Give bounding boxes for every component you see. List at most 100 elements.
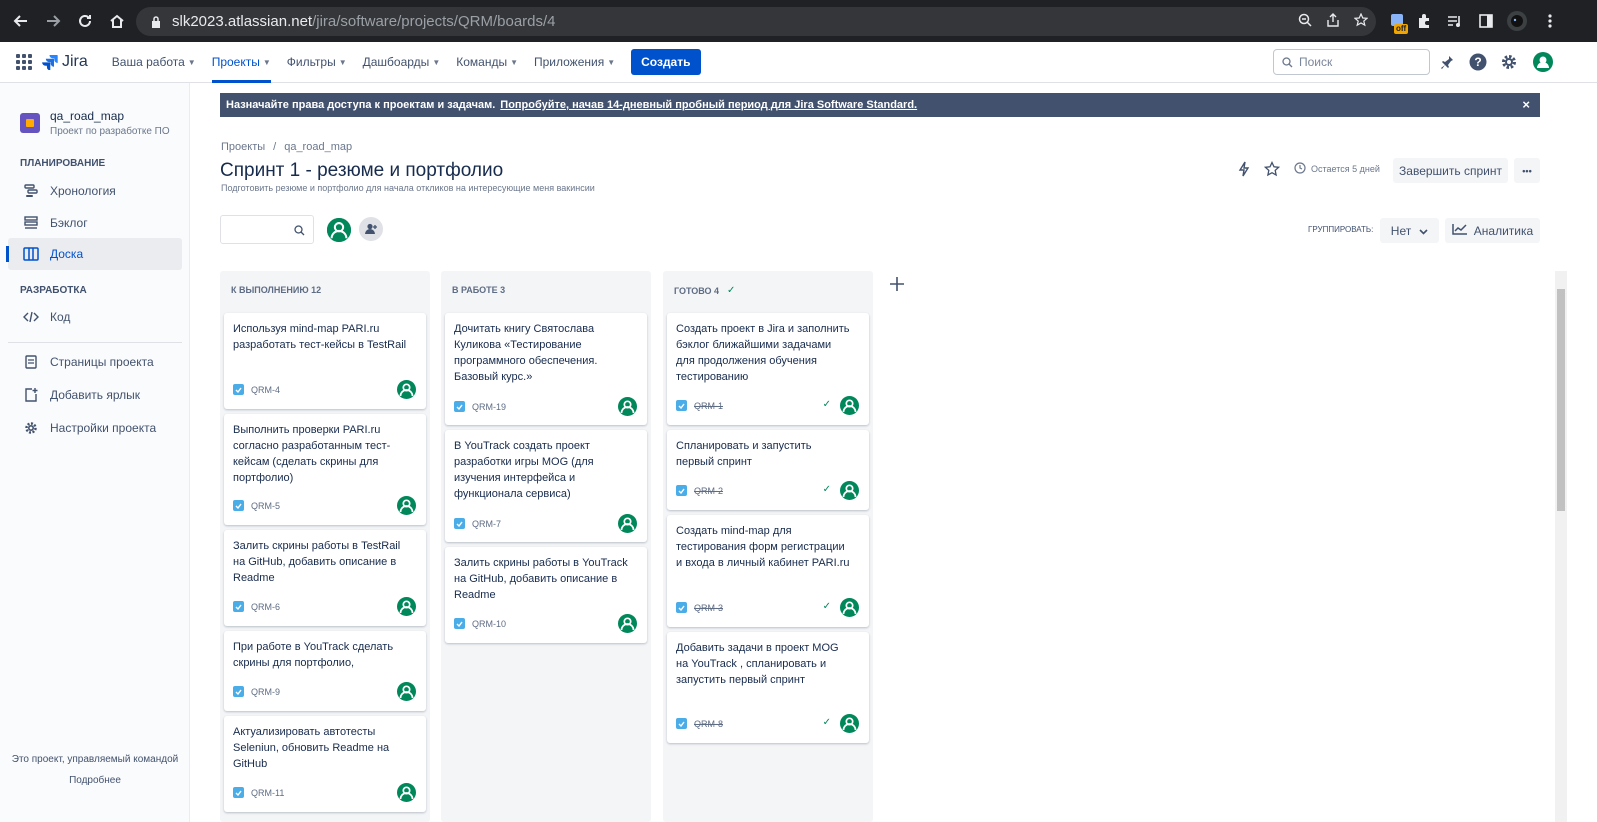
issue-card[interactable]: Залить скрины работы в YouTrack на GitHu… (445, 547, 647, 643)
issue-card[interactable]: Залить скрины работы в TestRail на GitHu… (224, 530, 426, 626)
group-by-select[interactable]: Нет (1380, 218, 1439, 243)
issue-card[interactable]: Выполнить проверки PARI.ru согласно разр… (224, 414, 426, 525)
add-people-icon[interactable] (359, 217, 383, 241)
issue-summary: Актуализировать автотесты Seleniun, обно… (233, 726, 390, 770)
assignee-avatar-icon[interactable] (397, 597, 416, 616)
assignee-avatar-icon[interactable] (397, 783, 416, 802)
sidebar-item-label: Хронология (50, 184, 116, 198)
nav-your-work-label: Ваша работа (111, 55, 185, 69)
assignee-avatar-icon[interactable] (840, 396, 859, 415)
settings-gear-icon[interactable] (1497, 50, 1521, 74)
search-placeholder: Поиск (1299, 55, 1333, 69)
sidebar-item-code[interactable]: Код (8, 301, 182, 333)
assignee-avatar-icon[interactable] (618, 614, 637, 633)
column-header: К ВЫПОЛНЕНИЮ 12 (231, 285, 321, 295)
breadcrumb-projects[interactable]: Проекты (221, 141, 265, 153)
complete-sprint-button[interactable]: Завершить спринт (1393, 158, 1508, 183)
nav-dashboards[interactable]: Дашбоарды ▼ (363, 42, 441, 83)
bookmark-star-icon[interactable] (1353, 12, 1369, 31)
assignee-avatar-icon[interactable] (840, 598, 859, 617)
star-icon[interactable] (1264, 161, 1280, 177)
issue-card[interactable]: Актуализировать автотесты Seleniun, обно… (224, 716, 426, 812)
puzzle-icon[interactable] (1411, 8, 1437, 34)
assignee-avatar-icon[interactable] (397, 380, 416, 399)
sidebar-item-add-shortcut[interactable]: Добавить ярлык (8, 379, 182, 411)
extension-badge: off (1394, 24, 1409, 34)
scrollbar[interactable] (1555, 271, 1567, 822)
assignee-avatar-icon[interactable] (397, 496, 416, 515)
project-header[interactable]: qa_road_map Проект по разработке ПО (20, 109, 170, 137)
help-icon[interactable]: ? (1466, 50, 1490, 74)
nav-filters[interactable]: Фильтры ▼ (287, 42, 347, 83)
issue-summary: Используя mind-map PARI.ru разработать т… (233, 323, 407, 351)
browser-toolbar: slk2023.atlassian.net/jira/software/proj… (0, 0, 1597, 42)
assignee-avatar-icon[interactable] (840, 481, 859, 500)
sidebar-item-project-pages[interactable]: Страницы проекта (8, 346, 182, 378)
issue-card[interactable]: Используя mind-map PARI.ru разработать т… (224, 313, 426, 409)
reload-icon[interactable] (72, 8, 98, 34)
assignee-avatar-icon[interactable] (397, 682, 416, 701)
app-switcher-icon[interactable] (16, 54, 32, 70)
more-actions-button[interactable]: ••• (1514, 158, 1540, 183)
board-column-todo: К ВЫПОЛНЕНИЮ 12 Используя mind-map PARI.… (220, 271, 430, 822)
close-icon[interactable]: × (1522, 97, 1530, 112)
issue-card[interactable]: Спланировать и запустить первый спринт Q… (667, 430, 869, 510)
column-title: В РАБОТЕ 3 (452, 285, 506, 295)
sidebar-item-project-settings[interactable]: Настройки проекта (8, 412, 182, 444)
nav-apps[interactable]: Приложения ▼ (534, 42, 615, 83)
add-column-icon[interactable] (886, 273, 908, 295)
issue-key: QRM-9 (233, 686, 280, 697)
share-icon[interactable] (1326, 12, 1340, 31)
forward-icon[interactable] (40, 8, 66, 34)
done-check-icon: ✓ (822, 484, 831, 495)
sidebar-item-backlog[interactable]: Бэклог (8, 207, 182, 239)
chart-trend-icon (1452, 223, 1468, 238)
jira-logo[interactable]: Jira (42, 53, 88, 71)
learn-more-link[interactable]: Подробнее (0, 775, 190, 786)
issue-key: QRM-1 (676, 400, 723, 411)
nav-dashboards-label: Дашбоарды (362, 55, 430, 69)
address-bar[interactable]: slk2023.atlassian.net/jira/software/proj… (136, 7, 1376, 36)
sidepanel-icon[interactable] (1473, 8, 1499, 34)
project-avatar (20, 113, 40, 133)
issue-card[interactable]: В YouTrack создать проект разработки игр… (445, 430, 647, 542)
issue-key: QRM-2 (676, 485, 723, 496)
board-icon (22, 247, 40, 261)
search-input[interactable]: Поиск (1273, 49, 1430, 75)
issue-card[interactable]: Дочитать книгу Святослава Куликова «Тест… (445, 313, 647, 425)
breadcrumb-project[interactable]: qa_road_map (284, 141, 352, 153)
assignee-avatar-icon[interactable] (618, 514, 637, 533)
column-header: ГОТОВО 4 ✓ (674, 285, 735, 296)
home-icon[interactable] (104, 8, 130, 34)
sidebar-item-board[interactable]: Доска (6, 238, 182, 270)
issue-card[interactable]: Создать проект в Jira и заполнить бэклог… (667, 313, 869, 425)
sidebar-item-timeline[interactable]: Хронология (8, 175, 182, 207)
scrollbar-thumb[interactable] (1557, 289, 1565, 511)
banner-trial-link[interactable]: Попробуйте, начав 14-дневный пробный пер… (500, 99, 917, 111)
assignee-filter-avatar[interactable] (325, 216, 353, 244)
nav-teams[interactable]: Команды ▼ (456, 42, 518, 83)
issue-summary: Добавить задачи в проект MOG на YouTrack… (676, 642, 839, 686)
profile-icon[interactable] (1504, 8, 1530, 34)
extension-icon[interactable]: off (1384, 8, 1410, 34)
create-button[interactable]: Создать (631, 49, 701, 75)
assignee-avatar-icon[interactable] (840, 714, 859, 733)
issue-key-label: QRM-7 (472, 518, 501, 529)
lightning-icon[interactable] (1237, 161, 1251, 177)
menu-kebab-icon[interactable] (1537, 8, 1563, 34)
user-avatar-icon[interactable] (1531, 50, 1555, 74)
issue-card[interactable]: При работе в YouTrack сделать скрины для… (224, 631, 426, 711)
board-search-input[interactable] (220, 215, 314, 244)
nav-your-work[interactable]: Ваша работа ▼ (112, 42, 196, 83)
assignee-avatar-icon[interactable] (618, 397, 637, 416)
back-icon[interactable] (8, 8, 34, 34)
media-icon[interactable] (1441, 8, 1467, 34)
nav-projects[interactable]: Проекты ▼ (211, 42, 271, 83)
lock-icon (148, 15, 164, 28)
insights-button[interactable]: Аналитика (1445, 218, 1540, 243)
issue-card[interactable]: Добавить задачи в проект MOG на YouTrack… (667, 632, 869, 743)
issue-key-label: QRM-9 (251, 686, 280, 697)
notifications-icon[interactable] (1435, 50, 1459, 74)
issue-card[interactable]: Создать mind-map для тестирования форм р… (667, 515, 869, 627)
zoom-icon[interactable] (1298, 13, 1312, 31)
